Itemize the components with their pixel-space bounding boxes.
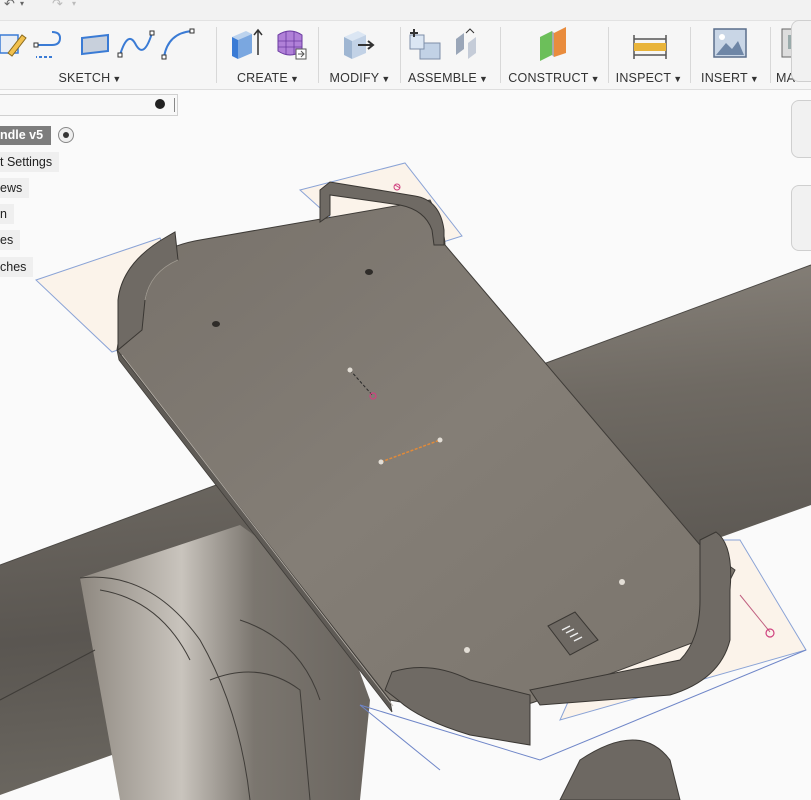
- assemble-menu[interactable]: ASSEMBLE ▼: [404, 71, 492, 85]
- press-pull-icon[interactable]: [338, 25, 378, 63]
- sketch-menu[interactable]: SKETCH ▼: [0, 71, 190, 85]
- inspect-group[interactable]: INSPECT ▼: [612, 21, 686, 89]
- divider: [690, 27, 691, 83]
- mount-hole: [365, 269, 373, 275]
- box-icon[interactable]: [226, 25, 266, 63]
- spline-icon[interactable]: [116, 25, 156, 63]
- sketch-rect-icon[interactable]: [0, 25, 34, 63]
- sketch-point: [464, 647, 470, 653]
- divider: [500, 27, 501, 83]
- inspect-menu[interactable]: INSPECT ▼: [612, 71, 686, 85]
- construct-menu[interactable]: CONSTRUCT ▼: [506, 71, 602, 85]
- create-menu[interactable]: CREATE ▼: [222, 71, 314, 85]
- toolbar: SKETCH ▼ CREATE ▼ MODIFY ▼ ASSEMBLE ▼ CO…: [0, 21, 811, 90]
- chevron-down-icon[interactable]: ▾: [20, 0, 24, 8]
- tree-item-bodies[interactable]: es: [0, 230, 21, 250]
- modify-menu[interactable]: MODIFY ▼: [322, 71, 398, 85]
- sketch-point: [619, 579, 625, 585]
- align-icon[interactable]: [450, 25, 490, 63]
- redo-icon[interactable]: ↷: [52, 0, 63, 10]
- resize-handle[interactable]: [174, 98, 175, 112]
- tree-item-origin[interactable]: n: [0, 204, 14, 224]
- construct-group[interactable]: CONSTRUCT ▼: [506, 21, 602, 89]
- tree-item-document-settings[interactable]: t Settings: [0, 152, 60, 172]
- activate-radio-icon[interactable]: [58, 127, 74, 143]
- model-scene[interactable]: [0, 90, 811, 800]
- assemble-group[interactable]: ASSEMBLE ▼: [404, 21, 492, 89]
- mount-hole: [212, 321, 220, 327]
- divider: [318, 27, 319, 83]
- insert-group[interactable]: INSERT ▼: [694, 21, 766, 89]
- create-group[interactable]: CREATE ▼: [222, 21, 314, 89]
- title-bar: ↶ ▾ ↷ ▾: [0, 0, 811, 21]
- form-icon[interactable]: [270, 25, 310, 63]
- modify-group[interactable]: MODIFY ▼: [322, 21, 398, 89]
- plane-icon[interactable]: [534, 25, 574, 63]
- browser-search-field[interactable]: [0, 94, 178, 116]
- 3d-viewport[interactable]: [0, 90, 811, 800]
- browser-root-item[interactable]: ndle v5: [0, 126, 52, 145]
- joint-icon[interactable]: [406, 25, 446, 63]
- rectangle-icon[interactable]: [74, 25, 114, 63]
- tree-item-sketches[interactable]: ches: [0, 257, 34, 277]
- divider: [770, 27, 771, 83]
- side-panel-button[interactable]: [791, 20, 811, 82]
- divider: [400, 27, 401, 83]
- measure-icon[interactable]: [630, 25, 670, 63]
- canvas-icon[interactable]: [710, 25, 750, 63]
- lower-tube: [559, 739, 681, 800]
- line-icon[interactable]: [30, 25, 70, 63]
- arc-icon[interactable]: [158, 25, 198, 63]
- insert-menu[interactable]: INSERT ▼: [694, 71, 766, 85]
- chevron-down-icon[interactable]: ▾: [72, 0, 76, 8]
- undo-icon[interactable]: ↶: [4, 0, 15, 10]
- side-panel-button[interactable]: [791, 185, 811, 251]
- close-icon[interactable]: [155, 99, 165, 109]
- tree-item-named-views[interactable]: ews: [0, 178, 30, 198]
- divider: [608, 27, 609, 83]
- divider: [216, 27, 217, 83]
- sketch-group[interactable]: SKETCH ▼: [0, 21, 195, 89]
- side-panel-button[interactable]: [791, 100, 811, 158]
